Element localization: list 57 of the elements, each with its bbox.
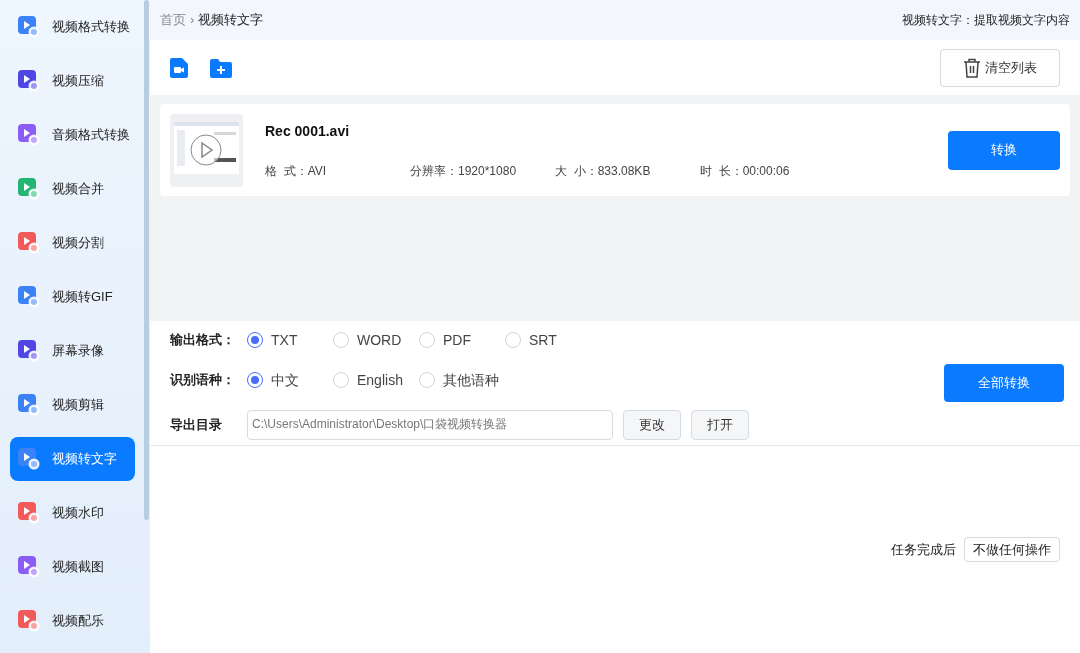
sidebar-item[interactable]: 视频剪辑 xyxy=(10,383,135,427)
sidebar-item[interactable]: 视频配乐 xyxy=(10,599,135,643)
trash-icon xyxy=(963,57,981,78)
sidebar-item[interactable]: 视频转GIF xyxy=(10,275,135,319)
sidebar-item[interactable]: 音频格式转换 xyxy=(10,113,135,157)
output-path-field[interactable]: C:\Users\Administrator\Desktop\口袋视频转换器 xyxy=(247,409,613,440)
option-label: 导出目录 xyxy=(170,415,223,434)
scrollbar[interactable] xyxy=(144,0,149,520)
convert-all-button[interactable]: 全部转换 xyxy=(944,363,1064,402)
video-icon xyxy=(18,502,40,524)
file-detail: 格 式：AVI xyxy=(265,162,328,180)
video-icon xyxy=(18,286,40,308)
breadcrumb-current: 视频转文字 xyxy=(198,11,264,30)
convert-button[interactable]: 转换 xyxy=(948,130,1060,170)
clear-list-button[interactable]: 清空列表 xyxy=(940,48,1060,87)
sidebar-item[interactable]: 视频合并 xyxy=(10,167,135,211)
sidebar-item[interactable]: 视频格式转换 xyxy=(10,5,135,49)
sidebar-item[interactable]: 视频压缩 xyxy=(10,59,135,103)
open-button[interactable]: 打开 xyxy=(691,409,749,440)
video-icon xyxy=(18,610,40,632)
breadcrumb-separator: › xyxy=(190,11,195,30)
video-icon xyxy=(18,232,40,254)
header-hint: 视频转文字：提取视频文字内容 xyxy=(902,12,1070,29)
add-file-icon[interactable] xyxy=(170,57,188,78)
after-task-dropdown[interactable]: 不做任何操作 xyxy=(964,536,1060,562)
footer-label: 任务完成后 xyxy=(891,540,956,559)
sidebar-item[interactable]: 视频分割 xyxy=(10,221,135,265)
video-icon xyxy=(18,16,40,38)
radio-label[interactable]: PDF xyxy=(443,329,471,351)
radio-label[interactable]: 中文 xyxy=(271,369,299,391)
video-icon xyxy=(18,394,40,416)
video-icon xyxy=(18,448,40,470)
video-icon xyxy=(18,124,40,146)
radio-label[interactable]: 其他语种 xyxy=(443,369,499,391)
radio-label[interactable]: WORD xyxy=(357,329,402,351)
option-label: 识别语种： xyxy=(170,371,236,390)
radio-label[interactable]: TXT xyxy=(271,329,298,351)
radio-button[interactable] xyxy=(247,332,263,348)
change-button[interactable]: 更改 xyxy=(623,409,681,440)
video-icon xyxy=(18,178,40,200)
option-label: 输出格式： xyxy=(170,331,236,350)
radio-label[interactable]: SRT xyxy=(529,329,557,351)
add-folder-icon[interactable] xyxy=(210,57,232,78)
file-detail: 分辨率：1920*1080 xyxy=(410,162,518,180)
sidebar-item[interactable]: 视频转文字 xyxy=(10,437,135,481)
video-icon xyxy=(18,340,40,362)
sidebar-item[interactable]: 视频水印 xyxy=(10,491,135,535)
radio-button[interactable] xyxy=(247,372,263,388)
video-icon xyxy=(18,70,40,92)
sidebar-item[interactable]: 视频截图 xyxy=(10,545,135,589)
file-detail: 大 小：833.08KB xyxy=(555,162,652,180)
file-name: Rec 0001.avi xyxy=(265,121,351,141)
file-detail: 时 长：00:00:06 xyxy=(700,162,791,180)
breadcrumb-link[interactable]: 首页 xyxy=(160,10,186,30)
sidebar-item[interactable]: 屏幕录像 xyxy=(10,329,135,373)
video-icon xyxy=(18,556,40,578)
radio-label[interactable]: English xyxy=(357,369,403,391)
